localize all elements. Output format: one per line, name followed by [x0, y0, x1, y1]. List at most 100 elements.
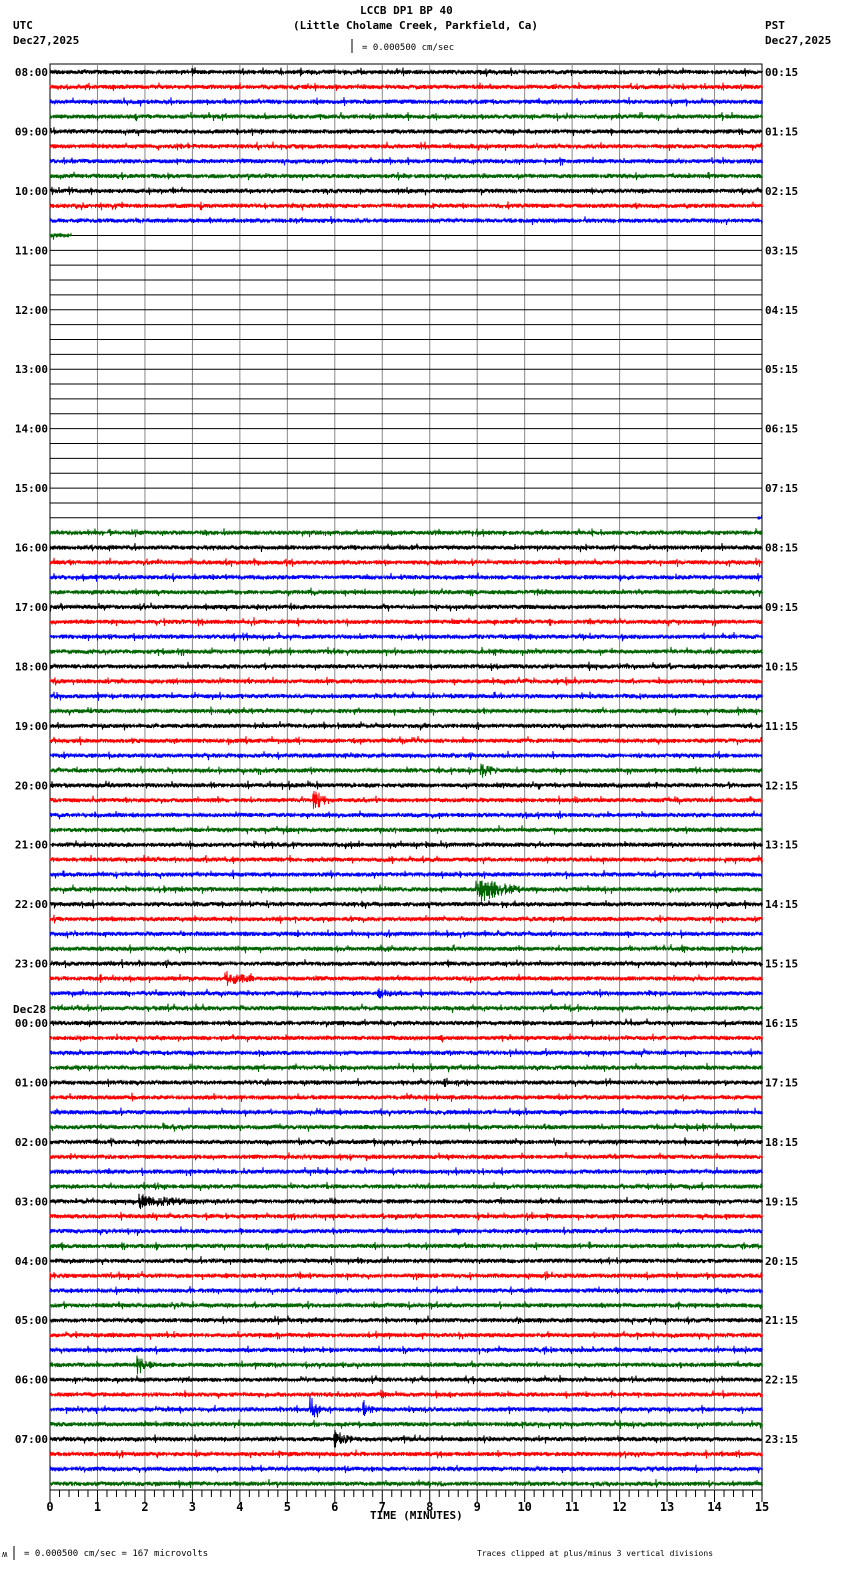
x-tick-label: 12 — [612, 1500, 626, 1514]
seismic-trace — [49, 958, 763, 969]
seismic-trace — [49, 1077, 763, 1087]
seismic-trace — [49, 988, 763, 999]
pst-hour-label: 03:15 — [765, 244, 798, 257]
seismic-trace — [49, 1345, 763, 1355]
utc-hour-label: 19:00 — [15, 720, 48, 733]
pst-hour-label: 04:15 — [765, 304, 798, 317]
seismic-trace — [49, 557, 763, 567]
pst-hour-label: 09:15 — [765, 601, 798, 614]
utc-hour-label: 11:00 — [15, 244, 48, 257]
x-tick-label: 7 — [379, 1500, 386, 1514]
utc-hour-label: 17:00 — [15, 601, 48, 614]
seismic-trace — [49, 1464, 763, 1474]
x-tick-label: 11 — [565, 1500, 579, 1514]
seismic-trace — [49, 1107, 763, 1117]
seismic-trace — [49, 111, 763, 122]
seismic-trace — [49, 617, 763, 627]
seismic-trace — [49, 1479, 763, 1489]
seismic-trace — [49, 825, 763, 835]
seismic-trace — [49, 1211, 763, 1221]
seismic-trace — [49, 67, 763, 77]
seismic-trace — [49, 1226, 763, 1236]
seismic-trace — [49, 127, 763, 137]
pst-hour-label: 11:15 — [765, 720, 798, 733]
seismic-trace — [49, 735, 763, 746]
seismic-trace — [49, 1256, 763, 1265]
seismic-trace — [49, 1033, 763, 1043]
pst-hour-label: 10:15 — [765, 660, 798, 673]
utc-hour-label: 04:00 — [15, 1255, 48, 1268]
pst-hour-label: 13:15 — [765, 839, 798, 852]
pst-hour-label: 17:15 — [765, 1076, 798, 1089]
seismic-trace — [49, 572, 763, 582]
utc-hour-label: 14:00 — [15, 423, 48, 436]
x-tick-label: 1 — [94, 1500, 101, 1514]
seismic-trace — [49, 186, 763, 196]
seismic-trace — [49, 810, 763, 820]
seismic-trace — [49, 1122, 763, 1132]
seismic-trace — [49, 1389, 763, 1399]
seismic-trace — [49, 721, 763, 731]
seismic-trace — [49, 156, 763, 166]
utc-hour-label: 00:00 — [15, 1017, 48, 1030]
seismic-trace — [756, 514, 763, 520]
utc-hour-label: 07:00 — [15, 1433, 48, 1446]
seismic-trace — [49, 1166, 763, 1177]
pst-hour-label: 08:15 — [765, 542, 798, 555]
pst-hour-label: 21:15 — [765, 1314, 798, 1327]
utc-hour-label: 08:00 — [15, 66, 48, 79]
utc-hour-label: 09:00 — [15, 125, 48, 138]
seismic-trace — [49, 691, 763, 701]
seismic-trace — [49, 1395, 763, 1418]
helicorder-plot: 08:00 09:00 10:00 11:00 12:00 13:00 14:00 15:00… — [13, 39, 798, 1560]
seismic-trace — [49, 232, 72, 240]
seismic-trace — [49, 790, 763, 809]
seismic-trace — [49, 869, 763, 880]
pst-hour-label: 06:15 — [765, 423, 798, 436]
seismic-trace — [49, 1355, 763, 1375]
seismic-trace — [49, 1429, 763, 1448]
seismic-trace — [49, 1449, 763, 1459]
seismic-trace — [49, 1193, 763, 1210]
pst-hour-label: 01:15 — [765, 125, 798, 138]
utc-hour-label: 05:00 — [15, 1314, 48, 1327]
pst-hour-label: 19:15 — [765, 1195, 798, 1208]
x-tick-label: 5 — [284, 1500, 291, 1514]
pst-hour-label: 00:15 — [765, 66, 798, 79]
seismic-trace — [49, 880, 763, 902]
pst-hour-label: 18:15 — [765, 1136, 798, 1149]
pst-hour-label: 23:15 — [765, 1433, 798, 1446]
seismic-trace — [49, 1137, 763, 1147]
seismic-trace — [49, 763, 763, 778]
seismic-trace — [49, 82, 763, 92]
seismic-trace — [49, 780, 763, 790]
x-tick-label: 8 — [426, 1500, 433, 1514]
seismic-trace — [49, 215, 763, 226]
seismic-trace — [49, 1374, 763, 1385]
seismic-trace — [49, 661, 763, 672]
utc-hour-label: 06:00 — [15, 1374, 48, 1387]
seismic-trace — [49, 587, 763, 597]
utc-hour-label: 13:00 — [15, 363, 48, 376]
pst-hour-label: 12:15 — [765, 779, 798, 792]
pst-hour-label: 02:15 — [765, 185, 798, 198]
x-tick-label: 3 — [189, 1500, 196, 1514]
pst-hour-label: 15:15 — [765, 958, 798, 971]
utc-hour-label: 20:00 — [15, 779, 48, 792]
seismic-trace — [49, 1315, 763, 1325]
pst-hour-label: 14:15 — [765, 898, 798, 911]
seismic-trace — [49, 970, 763, 986]
utc-hour-label: 23:00 — [15, 958, 48, 971]
utc-hour-label: 15:00 — [15, 482, 48, 495]
seismic-trace — [49, 543, 763, 553]
seismic-trace — [49, 1003, 763, 1013]
pst-hour-label: 20:15 — [765, 1255, 798, 1268]
pst-hour-label: 22:15 — [765, 1374, 798, 1387]
date-change-label: Dec28 — [13, 1003, 46, 1016]
x-tick-label: 2 — [141, 1500, 148, 1514]
seismic-trace — [49, 899, 763, 909]
seismic-trace — [49, 1286, 763, 1295]
utc-hour-label: 21:00 — [15, 839, 48, 852]
seismic-trace — [49, 528, 763, 538]
x-tick-label: 14 — [707, 1500, 721, 1514]
